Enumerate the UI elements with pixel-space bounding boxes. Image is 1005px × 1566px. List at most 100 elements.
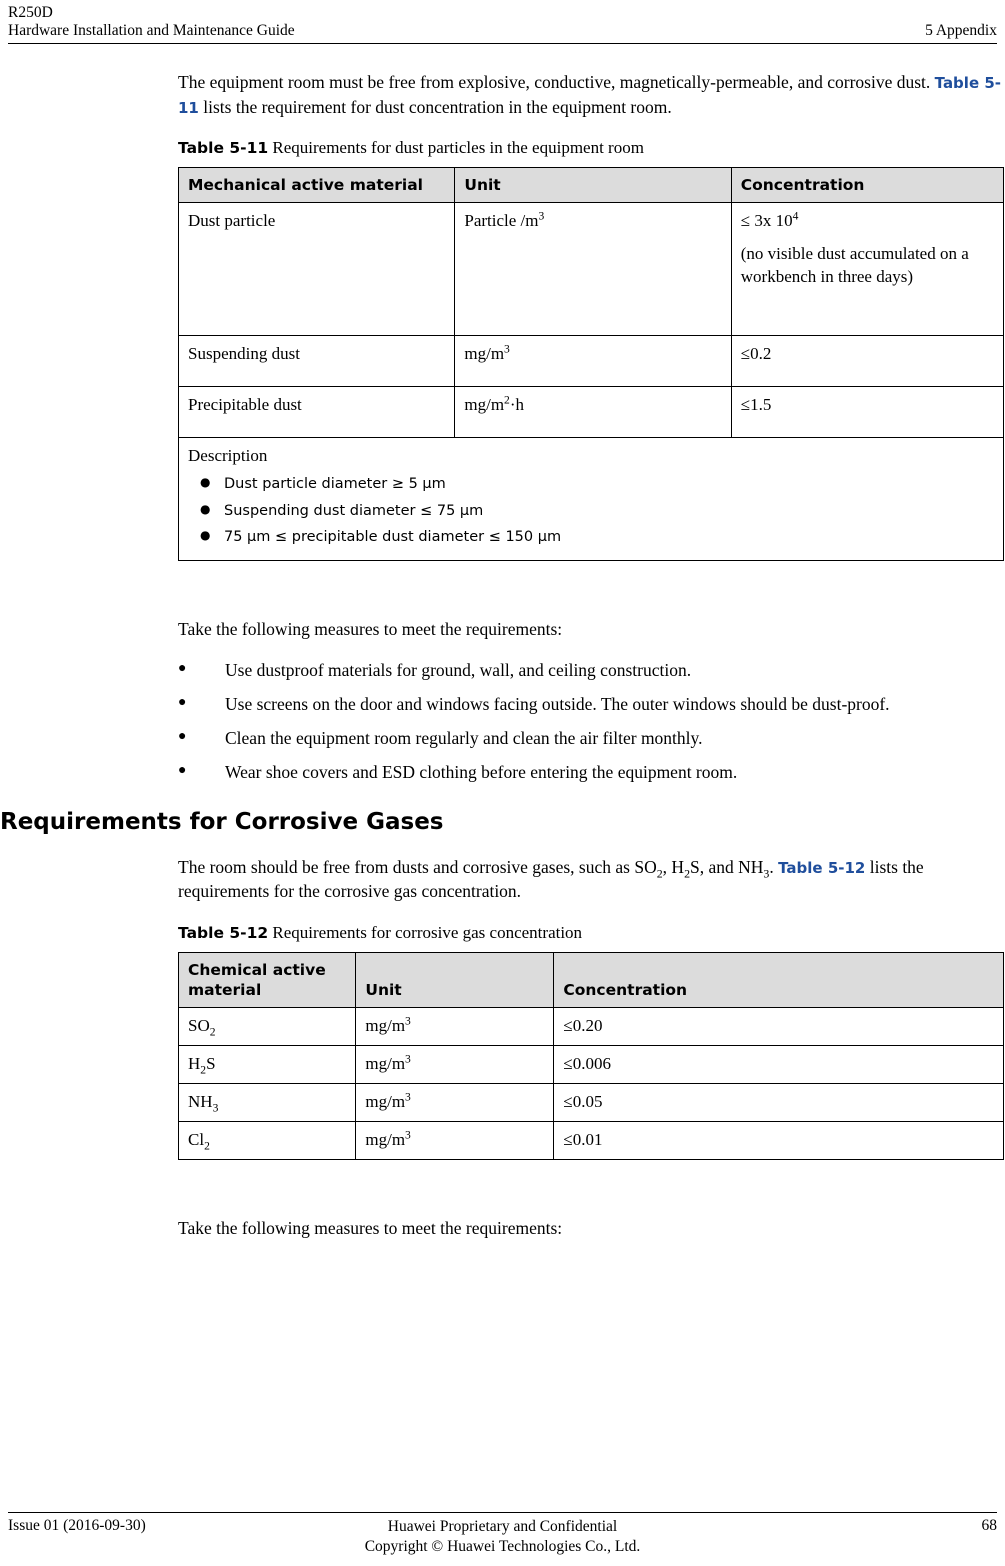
measures-intro-2: Take the following measures to meet the … <box>178 1217 563 1238</box>
footer-issue: Issue 01 (2016-09-30) <box>8 1517 146 1535</box>
table-5-11-header-row: Mechanical active material Unit Concentr… <box>177 167 1005 204</box>
footer-divider <box>8 1512 997 1514</box>
table-row: Dust particle Particle /m3 ≤ 3x 104 (no … <box>177 202 1005 337</box>
header-left: R250D Hardware Installation and Maintena… <box>8 4 295 41</box>
cell-unit: mg/m3 <box>355 1007 555 1047</box>
cell-unit: mg/m2·h <box>454 386 732 439</box>
table-5-12: Chemical active material Unit Concentrat… <box>177 951 1004 1160</box>
cell-description: Description Dust particle diameter ≥ 5 µ… <box>178 437 1004 561</box>
list-item: 75 µm ≤ precipitable dust diameter ≤ 150… <box>188 527 994 548</box>
cell-unit-base: mg/m <box>464 395 505 415</box>
list-item: Dust particle diameter ≥ 5 µm <box>188 474 994 495</box>
cell-unit-sup: 3 <box>405 1052 411 1066</box>
measures-intro-1: Take the following measures to meet the … <box>178 618 563 639</box>
description-bullet-list: Dust particle diameter ≥ 5 µm Suspending… <box>188 474 994 548</box>
table-5-11-caption-text: Requirements for dust particles in the e… <box>268 138 644 157</box>
cell-unit-base: Particle /m <box>464 211 539 231</box>
cell-concentration: ≤1.5 <box>730 386 1005 439</box>
table-5-12-header-concentration: Concentration <box>553 951 1004 1009</box>
table-5-11-header-concentration: Concentration <box>730 167 1005 204</box>
cell-material: Precipitable dust <box>177 386 456 439</box>
list-item: Use screens on the door and windows faci… <box>178 693 1004 717</box>
intro-part2: lists the requirement for dust concentra… <box>198 96 672 117</box>
cell-unit-base: mg/m <box>365 1092 406 1112</box>
cell-concentration: ≤0.05 <box>553 1083 1004 1123</box>
cell-concentration: ≤ 3x 104 (no visible dust accumulated on… <box>730 202 1005 337</box>
cell-material: Dust particle <box>177 202 456 337</box>
cell-conc-note: (no visible dust accumulated on a workbe… <box>740 244 969 287</box>
table-row: Precipitable dust mg/m2·h ≤1.5 <box>177 386 1005 439</box>
table-5-11-header-material: Mechanical active material <box>177 167 456 204</box>
footer-center: Huawei Proprietary and Confidential Copy… <box>238 1517 767 1556</box>
list-item: Use dustproof materials for ground, wall… <box>178 659 1004 683</box>
list-item: Wear shoe covers and ESD clothing before… <box>178 761 1004 785</box>
header-document-title: Hardware Installation and Maintenance Gu… <box>8 22 295 40</box>
cell-unit-sup: 3 <box>538 209 545 223</box>
cell-concentration: ≤0.01 <box>553 1121 1004 1160</box>
table-5-11-caption-label: Table 5-11 <box>178 139 269 157</box>
table-row: H2S mg/m3 ≤0.006 <box>177 1045 1004 1085</box>
header-divider <box>8 42 997 44</box>
cell-unit-tail: ·h <box>509 395 524 415</box>
cell-concentration: ≤0.20 <box>553 1007 1004 1047</box>
list-item: Suspending dust diameter ≤ 75 µm <box>188 501 994 522</box>
cell-unit: mg/m3 <box>355 1121 555 1160</box>
document-page: R250D Hardware Installation and Maintena… <box>0 0 1005 1566</box>
cell-material: Cl2 <box>177 1121 357 1160</box>
header-chapter: 5 Appendix <box>925 21 997 39</box>
cell-material: Suspending dust <box>177 335 456 388</box>
cell-material: H2S <box>177 1045 357 1085</box>
intro-paragraph: The equipment room must be free from exp… <box>178 70 1004 119</box>
table-5-11-caption: Table 5-11 Requirements for dust particl… <box>178 137 1004 159</box>
cell-unit-base: mg/m <box>464 344 505 364</box>
cell-concentration: ≤0.2 <box>730 335 1005 388</box>
cell-material-base: Cl <box>188 1130 205 1150</box>
cell-unit-sup: 3 <box>504 342 510 356</box>
table-5-12-caption: Table 5-12 Requirements for corrosive ga… <box>178 922 1004 944</box>
cell-unit: Particle /m3 <box>454 202 732 337</box>
cell-material-sub: 2 <box>204 1139 210 1153</box>
cell-concentration: ≤0.006 <box>553 1045 1004 1085</box>
table-row: SO2 mg/m3 ≤0.20 <box>177 1007 1004 1047</box>
cell-material-sub: 2 <box>209 1025 216 1039</box>
cell-material-tail: S <box>206 1054 216 1074</box>
table-5-12-caption-label: Table 5-12 <box>178 923 269 942</box>
cell-unit: mg/m3 <box>454 335 732 388</box>
cell-unit-base: mg/m <box>365 1130 406 1150</box>
section-heading-corrosive-gases: Requirements for Corrosive Gases <box>0 809 444 836</box>
table-5-12-header-unit: Unit <box>355 951 555 1009</box>
table-5-11: Mechanical active material Unit Concentr… <box>177 167 1005 561</box>
cell-unit-base: mg/m <box>365 1016 406 1036</box>
table-row: Suspending dust mg/m3 ≤0.2 <box>177 335 1005 388</box>
cell-unit: mg/m3 <box>355 1083 555 1123</box>
cell-material: NH3 <box>177 1083 357 1123</box>
cell-unit: mg/m3 <box>355 1045 555 1085</box>
page-footer: Issue 01 (2016-09-30) Huawei Proprietary… <box>0 1512 1005 1566</box>
footer-proprietary: Huawei Proprietary and Confidential <box>387 1518 618 1536</box>
table-5-11-header-unit: Unit <box>454 167 732 204</box>
header-product-model: R250D <box>8 4 53 21</box>
table-row: NH3 mg/m3 ≤0.05 <box>177 1083 1004 1123</box>
footer-copyright: Copyright © Huawei Technologies Co., Ltd… <box>364 1537 641 1555</box>
footer-page-number: 68 <box>981 1517 998 1535</box>
page-content: The equipment room must be free from exp… <box>0 70 1005 1258</box>
measures-list-1: Use dustproof materials for ground, wall… <box>178 659 1004 785</box>
table-5-12-link[interactable]: Table 5-12 <box>778 859 865 877</box>
description-title: Description <box>188 446 268 466</box>
cell-material-base: H <box>188 1054 201 1074</box>
intro-part1: The equipment room must be free from exp… <box>178 72 935 92</box>
cell-material-base: NH <box>188 1092 213 1112</box>
cell-conc-value: ≤ 3x 10 <box>740 211 793 231</box>
table-row: Cl2 mg/m3 ≤0.01 <box>177 1121 1004 1160</box>
para-mid1: , H <box>662 856 685 877</box>
cell-unit-sup: 3 <box>405 1014 411 1028</box>
table-5-12-header-row: Chemical active material Unit Concentrat… <box>177 951 1004 1009</box>
para-pre: The room should be free from dusts and c… <box>178 856 657 877</box>
cell-unit-base: mg/m <box>365 1054 406 1074</box>
table-5-12-header-material: Chemical active material <box>177 951 357 1009</box>
cell-material-sub: 3 <box>212 1101 219 1115</box>
cell-unit-sup: 3 <box>405 1090 411 1104</box>
cell-unit-sup: 3 <box>405 1128 411 1142</box>
cell-material: SO2 <box>177 1007 357 1047</box>
